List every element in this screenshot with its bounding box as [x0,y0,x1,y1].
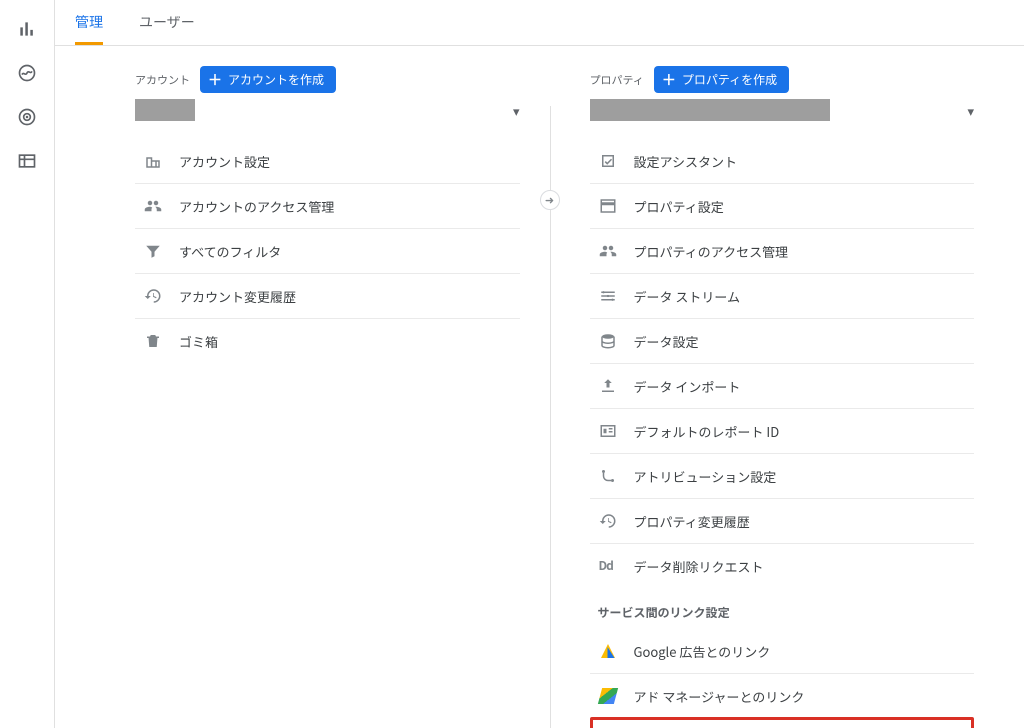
menu-label: アド マネージャーとのリンク [634,687,805,706]
default-report-id[interactable]: デフォルトのレポート ID [590,408,975,453]
menu-label: データ ストリーム [634,287,741,306]
create-account-button[interactable]: ＋ アカウントを作成 [200,66,336,93]
links-section-header: サービス間のリンク設定 [590,588,975,629]
realtime-icon[interactable] [16,62,38,84]
create-property-label: プロパティを作成 [682,71,777,88]
menu-label: デフォルトのレポート ID [634,422,780,441]
admin-tabs: 管理 ユーザー [55,0,1024,46]
menu-label: プロパティのアクセス管理 [634,242,789,261]
people-icon [143,196,163,216]
account-name-redacted [135,99,195,121]
account-history[interactable]: アカウント変更履歴 [135,273,520,318]
account-filters[interactable]: すべてのフィルタ [135,228,520,273]
data-settings[interactable]: データ設定 [590,318,975,363]
tab-users[interactable]: ユーザー [139,0,195,45]
menu-label: 設定アシスタント [634,152,737,171]
account-settings[interactable]: アカウント設定 [135,139,520,183]
menu-label: アカウント設定 [179,152,270,171]
google-ads-icon [598,641,618,661]
dd-icon: Dd [598,556,618,576]
bar-chart-icon[interactable] [16,18,38,40]
trash-icon [143,331,163,351]
menu-label: ゴミ箱 [179,332,218,351]
menu-label: アカウントのアクセス管理 [179,197,334,216]
menu-label: データ設定 [634,332,699,351]
menu-label: データ インポート [634,377,741,396]
menu-label: プロパティ変更履歴 [634,512,750,531]
menu-label: アトリビューション設定 [634,467,777,486]
property-column: ➜ プロパティ ＋ プロパティを作成 ▾ [550,66,1005,728]
tab-admin[interactable]: 管理 [75,0,103,45]
property-history[interactable]: プロパティ変更履歴 [590,498,975,543]
account-menu: アカウント設定 アカウントのアクセス管理 すべてのフィルタ アカウント変更履歴 [135,139,520,363]
database-icon [598,331,618,351]
layout-icon [598,196,618,216]
stream-icon [598,286,618,306]
property-name-redacted [590,99,830,121]
chevron-down-icon: ▾ [967,101,974,120]
upload-icon [598,376,618,396]
target-icon[interactable] [16,106,38,128]
data-import[interactable]: データ インポート [590,363,975,408]
people-icon [598,241,618,261]
nav-rail [0,0,55,728]
building-icon [143,151,163,171]
menu-label: データ削除リクエスト [634,557,764,576]
filter-icon [143,241,163,261]
setup-assistant[interactable]: 設定アシスタント [590,139,975,183]
report-id-icon [598,421,618,441]
attribution-icon [598,466,618,486]
ad-manager-icon [598,686,618,706]
ad-manager-link[interactable]: アド マネージャーとのリンク [590,673,975,718]
property-label: プロパティ [590,72,644,88]
expand-icon[interactable]: ➜ [540,190,560,210]
property-selector[interactable]: ▾ [590,99,975,121]
main: 管理 ユーザー アカウント ＋ アカウントを作成 ▾ [55,0,1024,728]
history-icon [143,286,163,306]
property-access[interactable]: プロパティのアクセス管理 [590,228,975,273]
admin-columns: アカウント ＋ アカウントを作成 ▾ アカウント設定 [55,46,1024,728]
menu-label: Google 広告とのリンク [634,642,771,661]
menu-label: プロパティ設定 [634,197,724,216]
plus-icon: ＋ [208,73,222,87]
property-settings[interactable]: プロパティ設定 [590,183,975,228]
table-icon[interactable] [16,150,38,172]
plus-icon: ＋ [662,73,676,87]
property-menu: 設定アシスタント プロパティ設定 プロパティのアクセス管理 データ ストリーム [590,139,975,728]
account-selector[interactable]: ▾ [135,99,520,121]
account-column: アカウント ＋ アカウントを作成 ▾ アカウント設定 [135,66,550,728]
data-deletion[interactable]: Dd データ削除リクエスト [590,543,975,588]
create-property-button[interactable]: ＋ プロパティを作成 [654,66,789,93]
bigquery-link[interactable]: BigQuery のリンク設定 [590,717,975,728]
account-access[interactable]: アカウントのアクセス管理 [135,183,520,228]
menu-label: アカウント変更履歴 [179,287,296,306]
create-account-label: アカウントを作成 [228,71,324,88]
data-streams[interactable]: データ ストリーム [590,273,975,318]
google-ads-link[interactable]: Google 広告とのリンク [590,629,975,673]
checkbox-icon [598,151,618,171]
menu-label: すべてのフィルタ [179,242,281,261]
history-icon [598,511,618,531]
account-trash[interactable]: ゴミ箱 [135,318,520,363]
chevron-down-icon: ▾ [513,101,520,120]
account-label: アカウント [135,72,190,88]
attribution-settings[interactable]: アトリビューション設定 [590,453,975,498]
